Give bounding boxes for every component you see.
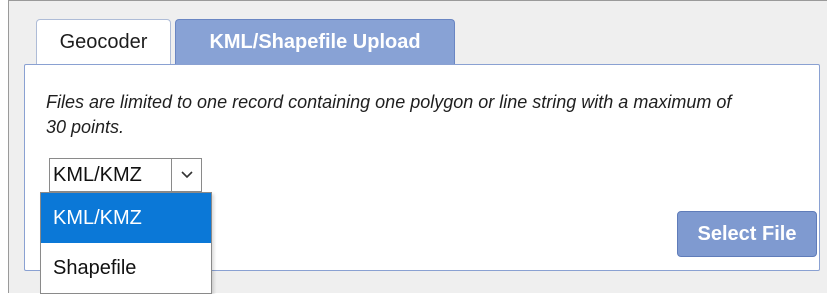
option-kml-kmz[interactable]: KML/KMZ — [41, 193, 211, 243]
file-limit-note: Files are limited to one record containi… — [46, 92, 732, 137]
file-type-dropdown: KML/KMZ Shapefile — [40, 192, 212, 294]
upload-widget: Geocoder KML/Shapefile Upload Files are … — [8, 0, 827, 294]
tab-kml-shapefile-upload[interactable]: KML/Shapefile Upload — [175, 19, 455, 65]
file-type-select[interactable]: KML/KMZ — [49, 158, 202, 192]
file-type-select-value: KML/KMZ — [53, 164, 142, 186]
tab-geocoder[interactable]: Geocoder — [36, 19, 171, 65]
select-file-button[interactable]: Select File — [677, 211, 817, 257]
chevron-down-icon[interactable] — [171, 159, 201, 191]
option-shapefile[interactable]: Shapefile — [41, 243, 211, 293]
